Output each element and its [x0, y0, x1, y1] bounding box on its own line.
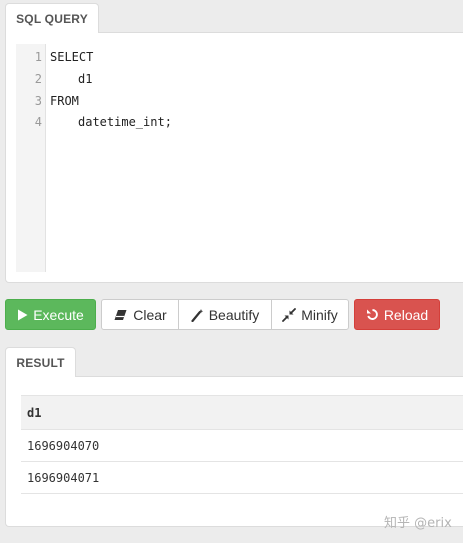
clear-label: Clear [133, 306, 167, 323]
table-header: d1 [21, 395, 463, 430]
table-cell: 1696904071 [27, 470, 100, 485]
sql-editor[interactable]: 1 SELECT 2 d1 3 FROM 4 datetime_int; [16, 44, 463, 272]
column-header-d1: d1 [27, 405, 42, 420]
compress-icon [282, 307, 297, 322]
reload-label: Reload [383, 306, 429, 323]
editor-line: 3 FROM [16, 90, 463, 112]
table-row: 1696904071 [21, 462, 463, 494]
magic-wand-icon [191, 308, 204, 322]
tab-result[interactable]: RESULT [5, 347, 76, 377]
play-icon [17, 309, 28, 321]
line-number: 1 [34, 50, 42, 64]
line-number: 4 [34, 115, 42, 129]
execute-button[interactable]: Execute [5, 299, 96, 330]
editor-line: 2 d1 [16, 68, 463, 90]
editor-line: 4 datetime_int; [16, 111, 463, 133]
eraser-icon [113, 309, 128, 321]
execute-label: Execute [33, 306, 84, 323]
tab-sql-query[interactable]: SQL QUERY [5, 3, 99, 33]
sql-runner-page: SQL QUERY 1 SELECT 2 d1 3 FROM 4 datetim… [0, 0, 463, 543]
minify-label: Minify [301, 306, 338, 323]
clear-button[interactable]: Clear [101, 299, 179, 330]
reload-button[interactable]: Reload [354, 299, 440, 330]
line-number: 3 [34, 94, 42, 108]
table-row: 1696904070 [21, 430, 463, 462]
beautify-label: Beautify [208, 306, 260, 323]
editor-line: 1 SELECT [16, 46, 463, 68]
minify-button[interactable]: Minify [271, 299, 349, 330]
beautify-button[interactable]: Beautify [178, 299, 272, 330]
sql-keyword: FROM [50, 94, 79, 108]
sql-column-name: d1 [78, 72, 93, 86]
result-table: d1 1696904070 1696904071 [21, 395, 463, 494]
line-number: 2 [34, 72, 42, 86]
refresh-icon [366, 308, 379, 321]
watermark: 知乎 @erix [384, 516, 452, 531]
sql-table-name: datetime_int; [78, 115, 172, 129]
sql-keyword: SELECT [50, 50, 94, 64]
table-cell: 1696904070 [27, 438, 100, 453]
